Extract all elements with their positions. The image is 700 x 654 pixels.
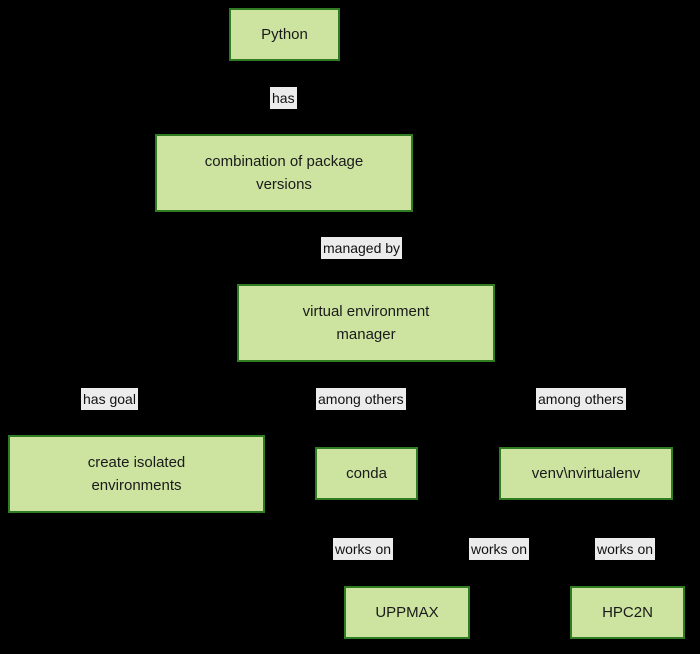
node-virtual-environment-manager[interactable]: virtual environment manager: [237, 284, 495, 362]
node-combination-of-package-versions[interactable]: combination of package versions: [155, 134, 413, 212]
node-conda[interactable]: conda: [315, 447, 418, 500]
diagram-canvas: Python combination of package versions v…: [0, 0, 700, 654]
edge-label-works-on-conda-uppmax: works on: [333, 538, 394, 560]
edge-label-among-others-venv: among others: [536, 388, 626, 410]
node-uppmax[interactable]: UPPMAX: [344, 586, 470, 639]
node-venv-virtualenv[interactable]: venv\nvirtualenv: [499, 447, 673, 500]
node-python[interactable]: Python: [229, 8, 340, 61]
edge-label-works-on-venv-hpc2n: works on: [595, 538, 656, 560]
edge-label-managed-by: managed by: [321, 237, 403, 259]
edge-label-works-on-conda-hpc2n: works on: [469, 538, 530, 560]
edge-label-has-goal: has goal: [81, 388, 138, 410]
edge-label-has: has: [270, 87, 297, 109]
node-create-isolated-environments[interactable]: create isolated environments: [8, 435, 265, 513]
edge-label-among-others-conda: among others: [316, 388, 406, 410]
node-hpc2n[interactable]: HPC2N: [570, 586, 685, 639]
